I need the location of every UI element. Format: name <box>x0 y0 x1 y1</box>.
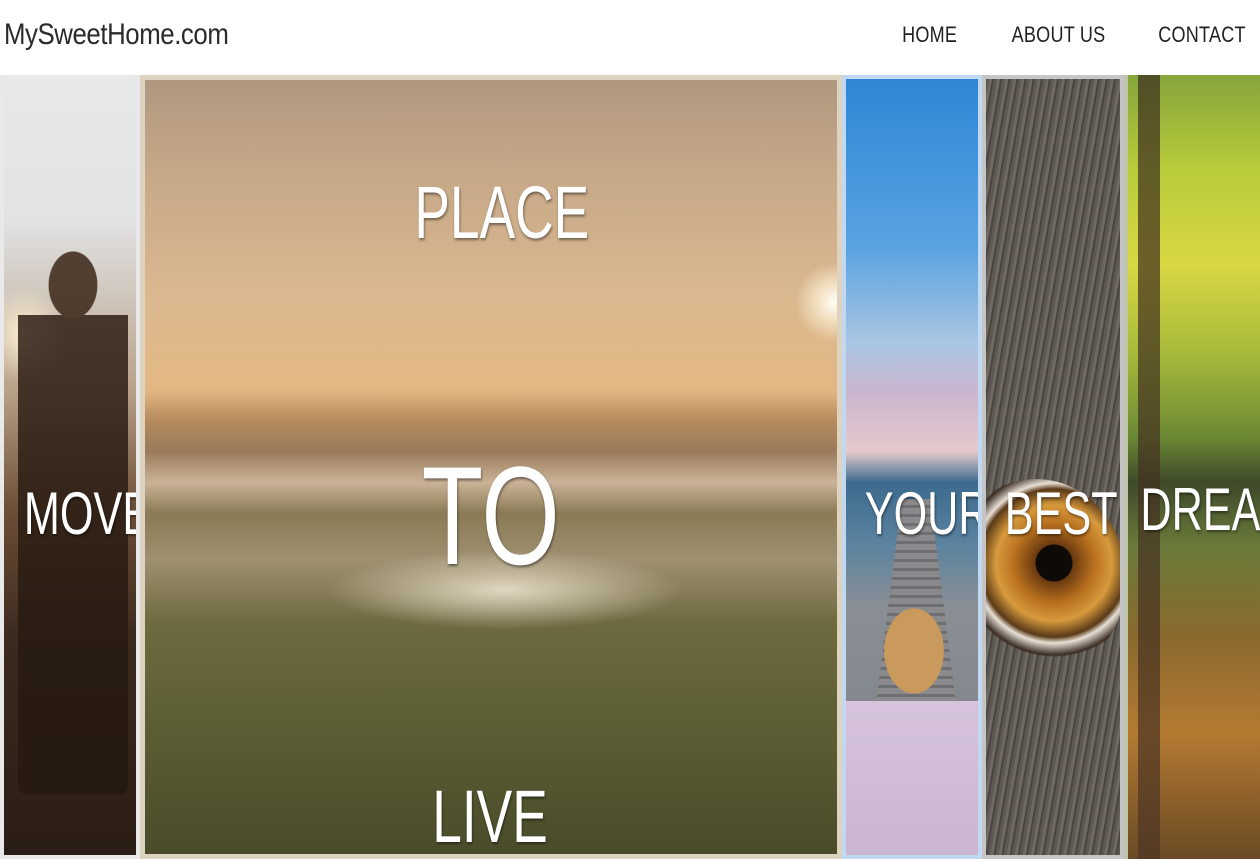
tree-trunk-image-detail <box>1138 75 1160 859</box>
navbar: MySweetHome.com HOME ABOUT US CONTACT <box>0 0 1260 75</box>
hero-strip-eye-closeup: BEST <box>982 75 1124 859</box>
hero-strip-woman-sunset: MOVE <box>0 75 140 859</box>
hero-word-move: MOVE <box>23 480 140 547</box>
hero-word-to: TO <box>421 437 560 594</box>
hero-word-live: LIVE <box>432 775 548 858</box>
hero-strip-autumn-forest: DREAM <box>1124 75 1260 859</box>
nav-link-about-us[interactable]: ABOUT US <box>1011 22 1105 48</box>
hero-image-strips: MOVE PLACE TO LIVE YOUR BEST DREAM <box>0 75 1260 859</box>
hero-word-place: PLACE <box>414 171 590 254</box>
hero-word-dream: DREAM <box>1140 476 1260 543</box>
nav-link-home[interactable]: HOME <box>902 22 957 48</box>
hero-word-your: YOUR <box>864 480 982 547</box>
nav-link-contact[interactable]: CONTACT <box>1158 22 1246 48</box>
strip-background-image <box>986 79 1120 855</box>
hero-strip-wetland-aerial: PLACE TO LIVE <box>140 75 842 859</box>
hero-word-best: BEST <box>1004 480 1118 547</box>
nav-menu: HOME ABOUT US CONTACT <box>856 22 1246 48</box>
girl-on-pier-image <box>846 591 978 855</box>
hero-strip-pier-girl: YOUR <box>842 75 982 859</box>
brand-logo-link[interactable]: MySweetHome.com <box>4 18 229 52</box>
